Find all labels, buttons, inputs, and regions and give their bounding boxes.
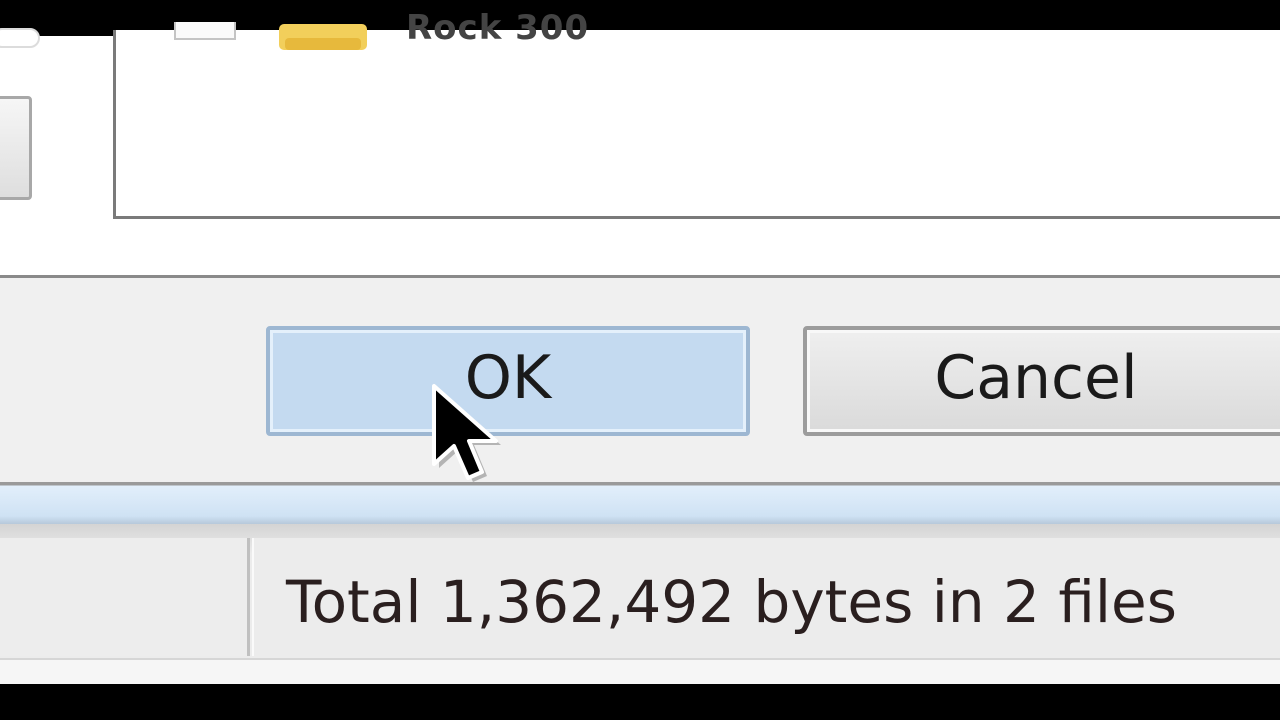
ok-button[interactable]: OK bbox=[266, 326, 750, 436]
folder-icon bbox=[279, 24, 367, 54]
status-summary-text: Total 1,362,492 bytes in 2 files bbox=[286, 568, 1177, 636]
file-row-label: Rock 300 bbox=[406, 8, 590, 48]
properties-dialog: Rock 300 OK Cancel bbox=[0, 8, 1280, 482]
status-bottom-strip bbox=[0, 658, 1280, 686]
dialog-content-area: Rock 300 bbox=[0, 8, 1280, 278]
partial-round-control bbox=[0, 28, 40, 48]
row-checkbox[interactable] bbox=[174, 22, 236, 40]
side-button[interactable] bbox=[0, 96, 32, 200]
mouse-pointer-icon bbox=[428, 352, 508, 482]
file-list-pane[interactable]: Rock 300 bbox=[113, 8, 1280, 219]
letterbox-bottom bbox=[0, 684, 1280, 720]
cancel-button[interactable]: Cancel bbox=[803, 326, 1280, 436]
status-bar: Total 1,362,492 bytes in 2 files bbox=[0, 524, 1280, 686]
status-pane-left bbox=[0, 538, 250, 656]
window-separator bbox=[0, 482, 1280, 524]
